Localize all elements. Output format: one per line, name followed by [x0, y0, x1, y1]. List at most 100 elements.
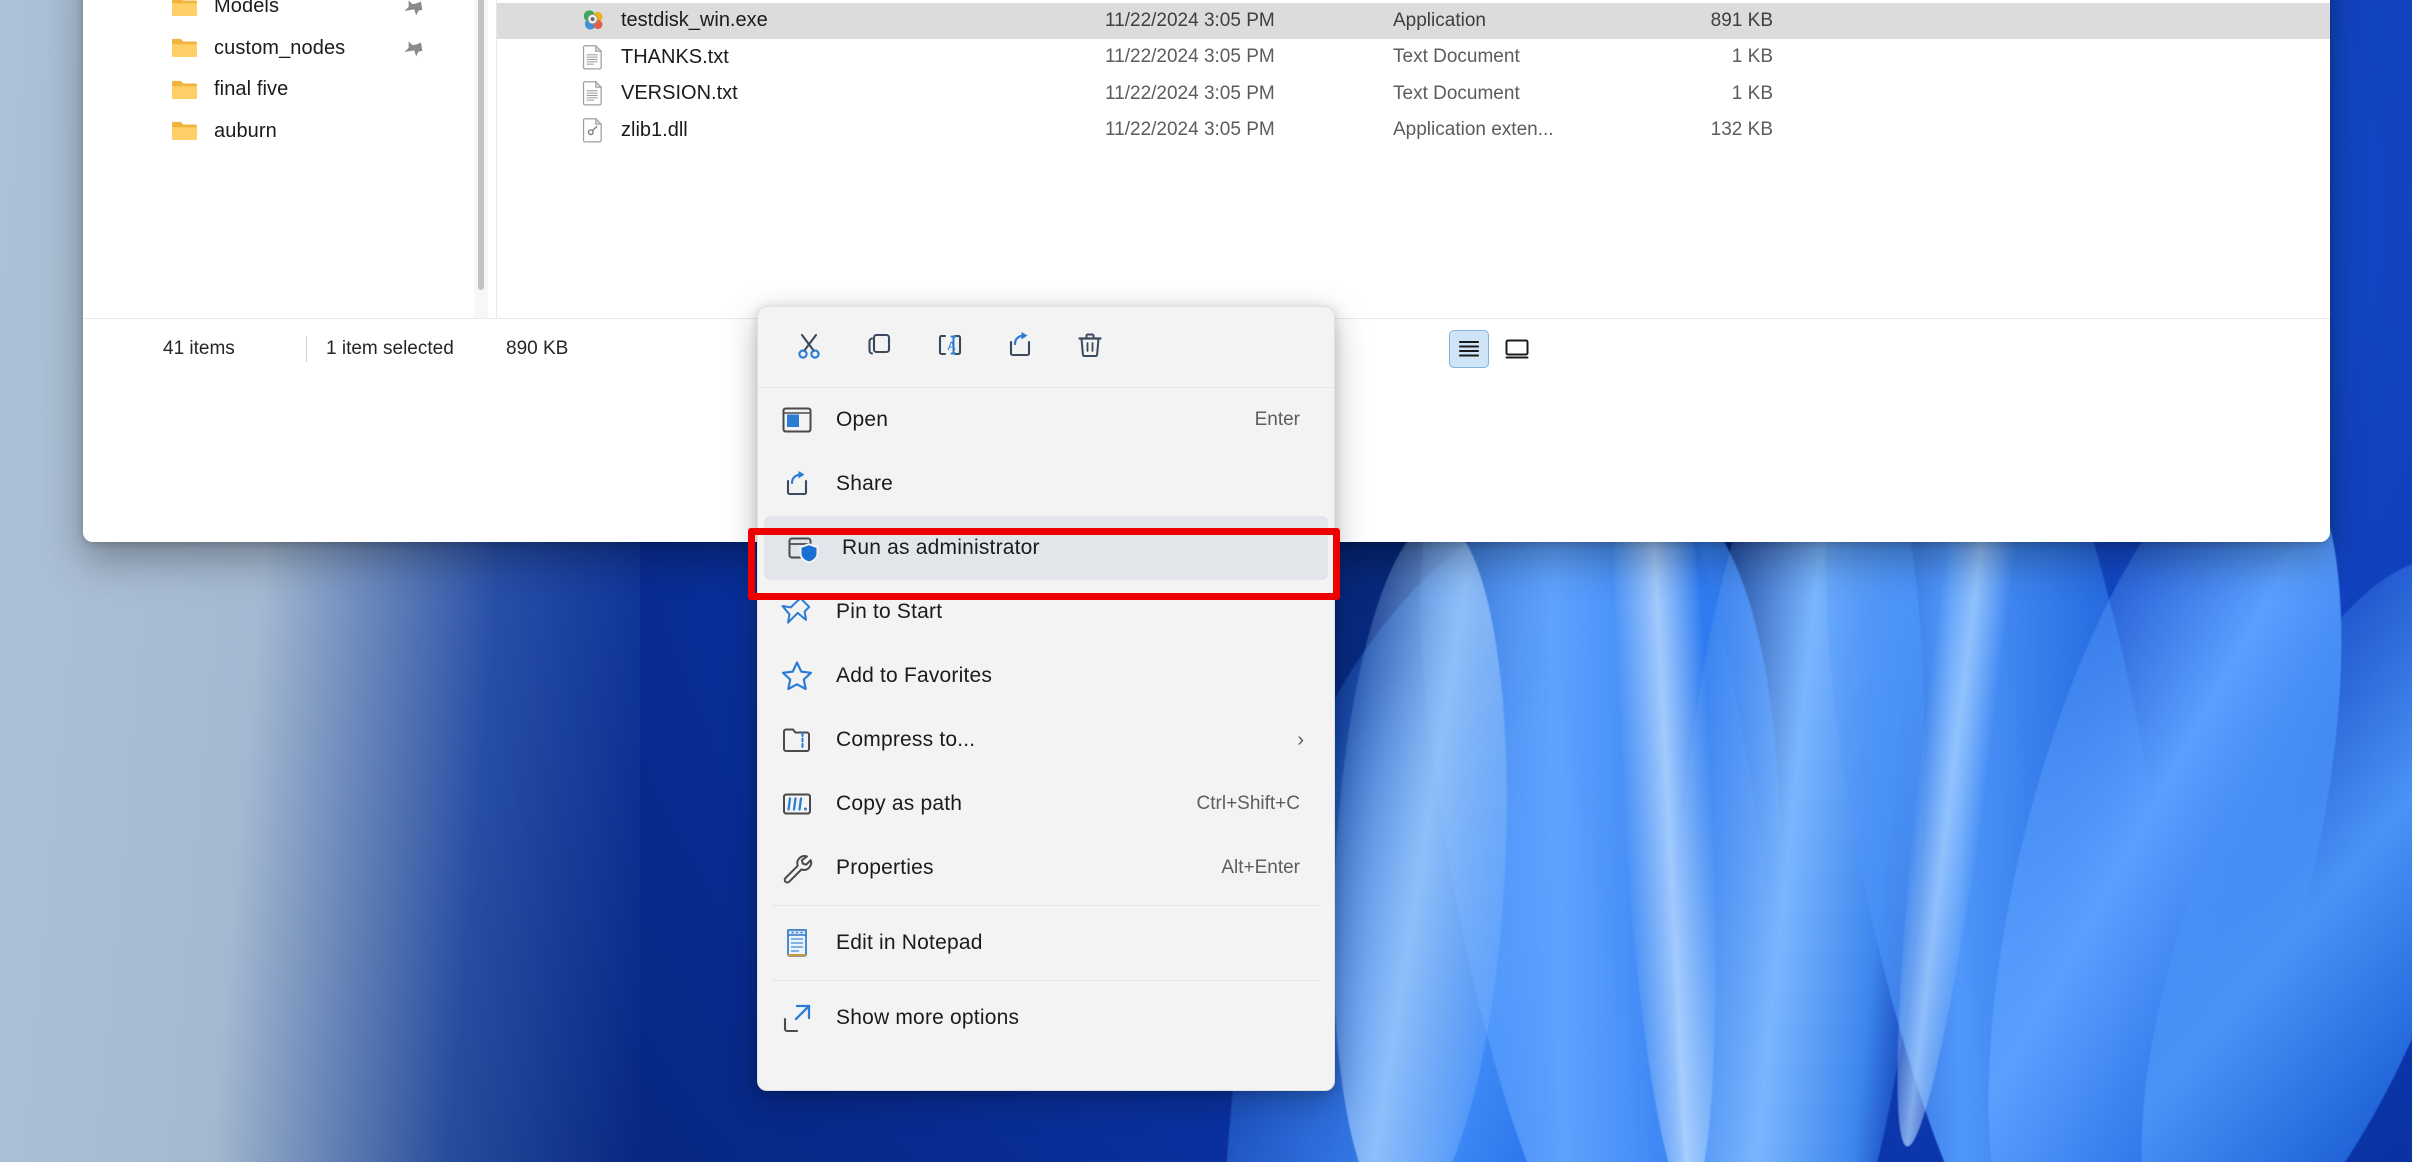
menu-item-label: Edit in Notepad	[836, 931, 983, 954]
rename-button[interactable]: A	[918, 319, 982, 375]
menu-item-label: Run as administrator	[842, 536, 1040, 559]
status-selection-size: 890 KB	[506, 338, 569, 359]
menu-item-shortcut: Alt+Enter	[1221, 857, 1300, 878]
pin-icon[interactable]	[403, 0, 425, 18]
status-item-count: 41 items	[163, 338, 235, 359]
file-type: Application	[1393, 9, 1486, 31]
menu-item-label: Compress to...	[836, 728, 976, 751]
sidebar-item-label: Models	[214, 0, 280, 18]
cut-button[interactable]	[778, 319, 842, 375]
trash-icon	[1074, 329, 1106, 366]
menu-item-label: Open	[836, 408, 889, 431]
menu-item-label: Add to Favorites	[836, 664, 993, 687]
menu-item-run-as-administrator[interactable]: Run as administrator	[764, 516, 1328, 580]
file-date-modified: 11/22/2024 3:05 PM	[1105, 119, 1275, 141]
chevron-right-icon: ›	[1297, 728, 1304, 751]
preview-pane-icon	[1505, 339, 1529, 359]
sidebar-item-models[interactable]: Models	[83, 0, 497, 28]
file-date-modified: 11/22/2024 3:05 PM	[1105, 46, 1275, 68]
share-icon	[780, 467, 814, 501]
file-type: Text Document	[1393, 46, 1520, 68]
file-name: testdisk_win.exe	[621, 9, 768, 32]
copypath-icon	[780, 787, 814, 821]
star-icon	[780, 659, 814, 693]
pin-icon[interactable]	[403, 37, 425, 59]
file-name: VERSION.txt	[621, 82, 738, 105]
menu-separator	[772, 905, 1320, 906]
status-divider	[306, 336, 307, 362]
menu-item-shortcut: Ctrl+Shift+C	[1196, 793, 1300, 814]
file-list: Qt5Core.dll11/22/2024 3:05 PMApplication…	[497, 0, 2330, 318]
menu-item-label: Pin to Start	[836, 600, 943, 623]
file-name-cell[interactable]: THANKS.txt	[580, 44, 729, 71]
moreoptions-icon	[780, 1001, 814, 1035]
sidebar-item-label: auburn	[214, 119, 277, 142]
wrench-icon	[780, 851, 814, 885]
share-icon	[1004, 329, 1036, 366]
shield-icon	[786, 531, 820, 565]
scissors-icon	[794, 329, 826, 366]
file-name-cell[interactable]: zlib1.dll	[580, 117, 688, 144]
file-date-modified: 11/22/2024 3:05 PM	[1105, 9, 1275, 31]
menu-item-label: Show more options	[836, 1006, 1020, 1029]
zip-icon	[780, 723, 814, 757]
context-menu-toolbar: A	[758, 307, 1334, 388]
rename-icon: A	[934, 329, 966, 366]
menu-item-shortcut: Enter	[1254, 409, 1300, 430]
file-name: zlib1.dll	[621, 118, 688, 141]
file-type: Application exten...	[1393, 119, 1554, 141]
sidebar-item-label: custom_nodes	[214, 36, 346, 59]
share-button[interactable]	[988, 319, 1052, 375]
copy-icon	[864, 329, 896, 366]
menu-item-label: Properties	[836, 856, 934, 879]
menu-item-label: Share	[836, 472, 894, 495]
txt-icon	[580, 44, 607, 71]
open-icon	[780, 403, 814, 437]
menu-item-edit-in-notepad[interactable]: Edit in Notepad	[758, 911, 1334, 975]
menu-separator	[772, 980, 1320, 981]
sidebar-item-final-five[interactable]: final five	[83, 69, 497, 111]
folder-icon	[170, 75, 200, 105]
pin2-icon	[780, 595, 814, 629]
details-view-icon	[1458, 340, 1480, 357]
sidebar-item-label: final five	[214, 78, 289, 101]
details-view-button[interactable]	[1449, 330, 1489, 368]
table-row[interactable]: zlib1.dll 11/22/2024 3:05 PM Application e…	[497, 112, 2330, 149]
delete-button[interactable]	[1058, 319, 1122, 375]
table-row[interactable]: THANKS.txt 11/22/2024 3:05 PM Text Documen…	[497, 39, 2330, 76]
table-row[interactable]: VERSION.txt 11/22/2024 3:05 PM Text Docume…	[497, 76, 2330, 113]
folder-icon	[170, 116, 200, 146]
preview-pane-button[interactable]	[1497, 330, 1537, 368]
menu-item-properties[interactable]: Properties Alt+Enter	[758, 836, 1334, 900]
menu-item-compress-to[interactable]: Compress to... ›	[758, 708, 1334, 772]
table-row[interactable]: testdisk_win.exe 11/22/2024 3:05 PM Applic…	[497, 2, 2330, 39]
file-date-modified: 11/22/2024 3:05 PM	[1105, 82, 1275, 104]
copy-button[interactable]	[848, 319, 912, 375]
sidebar-item-auburn[interactable]: auburn	[83, 111, 497, 153]
notepad-icon	[780, 926, 814, 960]
folder-icon	[170, 33, 200, 63]
file-name-cell[interactable]: testdisk_win.exe	[580, 7, 768, 34]
file-size: 132 KB	[1710, 119, 1773, 141]
menu-item-pin-to-start[interactable]: Pin to Start	[758, 580, 1334, 644]
menu-item-label: Copy as path	[836, 792, 963, 815]
menu-item-show-more-options[interactable]: Show more options	[758, 986, 1334, 1050]
status-selection: 1 item selected	[326, 338, 454, 359]
sidebar-item-custom-nodes[interactable]: custom_nodes	[83, 28, 497, 70]
txt-icon	[580, 80, 607, 107]
file-name: THANKS.txt	[621, 45, 729, 68]
menu-item-share[interactable]: Share	[758, 452, 1334, 516]
menu-item-open[interactable]: Open Enter	[758, 388, 1334, 452]
menu-item-add-to-favorites[interactable]: Add to Favorites	[758, 644, 1334, 708]
sidebar-scrollbar-thumb[interactable]	[478, 0, 484, 290]
file-size: 1 KB	[1731, 46, 1773, 68]
file-size: 891 KB	[1710, 9, 1773, 31]
dll-icon	[580, 117, 607, 144]
folder-icon	[170, 0, 200, 22]
exe-icon	[580, 7, 607, 34]
context-menu: A Open Enter Share Run as administrator Pin …	[757, 306, 1335, 1091]
menu-item-copy-as-path[interactable]: Copy as path Ctrl+Shift+C	[758, 772, 1334, 836]
file-type: Text Document	[1393, 82, 1520, 104]
file-size: 1 KB	[1731, 82, 1773, 104]
file-name-cell[interactable]: VERSION.txt	[580, 80, 738, 107]
